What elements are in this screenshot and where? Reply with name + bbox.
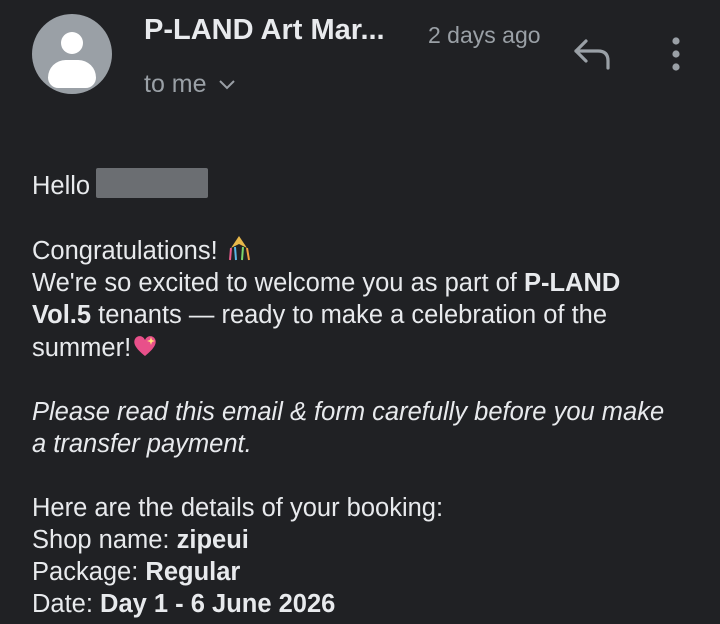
date-line: Date: Day 1 - 6 June 2026	[32, 590, 336, 618]
email-body: Hello Congratulations! We're so excited …	[32, 168, 682, 620]
recipient-label: to me	[144, 70, 207, 98]
sender-avatar[interactable]	[32, 14, 112, 94]
person-avatar-icon	[61, 32, 83, 54]
package-line: Package: Regular	[32, 558, 241, 586]
package-value: Regular	[145, 558, 241, 586]
sparkling-heart-emoji-icon	[134, 336, 156, 356]
payment-notice: Please read this email & form carefully …	[32, 398, 665, 458]
greeting-line: Hello	[32, 168, 682, 202]
congrats-text: Congratulations!	[32, 237, 218, 265]
details-intro: Here are the details of your booking:	[32, 494, 444, 522]
email-header: P-LAND Art Mar... 2 days ago to me	[0, 0, 720, 130]
sender-name[interactable]: P-LAND Art Mar...	[144, 14, 385, 47]
congrats-line: Congratulations!	[32, 234, 682, 267]
shop-name-line: Shop name: zipeui	[32, 526, 249, 554]
chevron-down-icon	[218, 79, 235, 89]
reply-icon[interactable]	[570, 34, 614, 74]
shop-name-value: zipeui	[176, 526, 249, 554]
more-vertical-icon[interactable]	[664, 34, 688, 74]
recipient-toggle[interactable]: to me	[144, 70, 235, 99]
redacted-name	[96, 168, 209, 198]
email-timestamp: 2 days ago	[428, 22, 541, 48]
welcome-text: We're so excited to welcome you as part …	[32, 269, 621, 362]
greeting-text: Hello	[32, 172, 91, 200]
confetti-emoji-icon	[228, 236, 250, 261]
date-value: Day 1 - 6 June 2026	[100, 590, 336, 618]
